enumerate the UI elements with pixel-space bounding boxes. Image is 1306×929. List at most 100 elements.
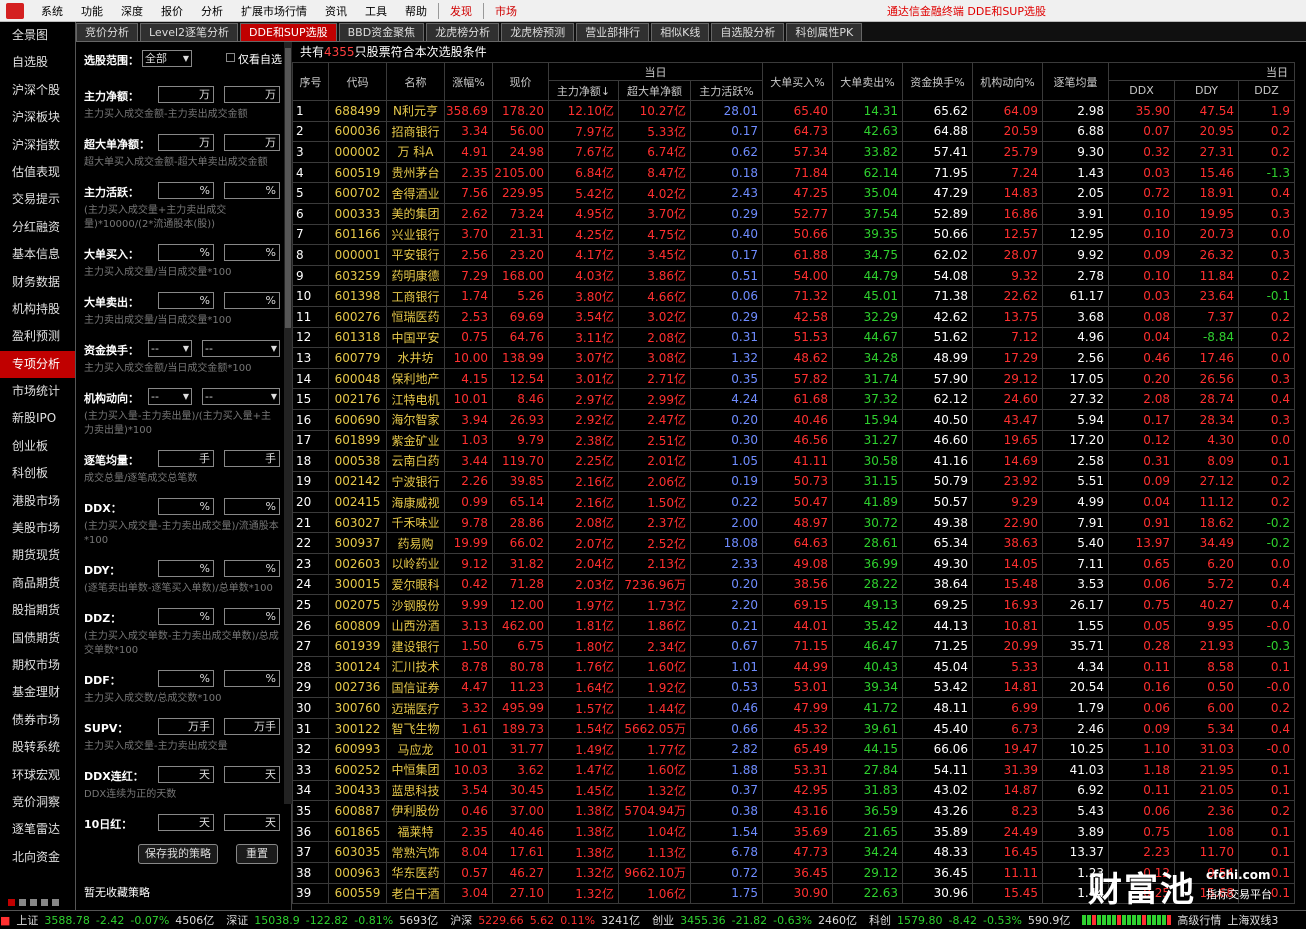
- table-row[interactable]: 37 603035 常熟汽饰 8.04 17.61 1.38亿 1.13亿 6.78 47.73…: [292, 841, 1295, 863]
- menu-news[interactable]: 资讯: [316, 3, 356, 19]
- filter-input[interactable]: 天: [158, 814, 214, 831]
- menu-system[interactable]: 系统: [32, 3, 72, 19]
- column-header[interactable]: DDX: [1108, 80, 1175, 101]
- filter-input[interactable]: 万: [224, 86, 280, 103]
- nav-item[interactable]: 债券市场: [0, 707, 75, 734]
- scrollbar-thumb[interactable]: [285, 48, 291, 328]
- table-row[interactable]: 28 300124 汇川技术 8.78 80.78 1.76亿 1.60亿 1.01 44.99…: [292, 656, 1295, 678]
- column-header[interactable]: 名称: [386, 62, 445, 101]
- column-header[interactable]: 现价: [492, 62, 549, 101]
- table-row[interactable]: 3 000002 万 科A 4.91 24.98 7.67亿 6.74亿 0.62 57.34 3…: [292, 141, 1295, 163]
- menu-depth[interactable]: 深度: [112, 3, 152, 19]
- nav-item[interactable]: 股转系统: [0, 734, 75, 761]
- table-row[interactable]: 20 002415 海康威视 0.99 65.14 2.16亿 1.50亿 0.22 50.47…: [292, 491, 1295, 513]
- save-strategy-button[interactable]: 保存我的策略: [138, 844, 218, 864]
- filter-input[interactable]: %: [224, 498, 280, 515]
- scope-select[interactable]: 全部 ▼: [142, 50, 192, 67]
- filter-input[interactable]: %: [158, 608, 214, 625]
- tab-item[interactable]: Level2逐笔分析: [140, 23, 239, 41]
- nav-item[interactable]: 股指期货: [0, 597, 75, 624]
- column-header[interactable]: 主力净额↓: [548, 80, 619, 101]
- column-header[interactable]: DDZ: [1238, 80, 1295, 101]
- table-row[interactable]: 33 600252 中恒集团 10.03 3.62 1.47亿 1.60亿 1.88 53.31…: [292, 759, 1295, 781]
- table-row[interactable]: 18 000538 云南白药 3.44 119.70 2.25亿 2.01亿 1.05 41.1…: [292, 450, 1295, 472]
- menu-function[interactable]: 功能: [72, 3, 112, 19]
- filter-input[interactable]: %: [224, 244, 280, 261]
- column-header[interactable]: 主力活跃%: [690, 80, 763, 101]
- tab-item[interactable]: 科创属性PK: [786, 23, 863, 41]
- index-sh[interactable]: 上证 3588.78 -2.42 -0.07% 4506亿: [16, 912, 220, 928]
- index-sz[interactable]: 深证 15038.9 -122.82 -0.81% 5693亿: [226, 912, 444, 928]
- column-header[interactable]: 大单买入%: [762, 62, 833, 101]
- table-row[interactable]: 7 601166 兴业银行 3.70 21.31 4.25亿 4.75亿 0.40 50.66 3…: [292, 223, 1295, 246]
- nav-item[interactable]: 财务数据: [0, 269, 75, 296]
- filter-scrollbar[interactable]: [284, 42, 292, 804]
- table-row[interactable]: 22 300937 药易购 19.99 66.02 2.07亿 2.52亿 18.08 64.6…: [292, 532, 1295, 555]
- tab-item[interactable]: 竞价分析: [76, 23, 138, 41]
- table-row[interactable]: 19 002142 宁波银行 2.26 39.85 2.16亿 2.06亿 0.19 50.73…: [292, 470, 1295, 493]
- filter-input[interactable]: 天: [224, 766, 280, 783]
- nav-item[interactable]: 北向资金: [0, 844, 75, 871]
- filter-input[interactable]: %: [224, 670, 280, 687]
- table-row[interactable]: 32 600993 马应龙 10.01 31.77 1.49亿 1.77亿 2.82 65.49…: [292, 738, 1295, 760]
- reset-button[interactable]: 重置: [236, 844, 278, 864]
- nav-item[interactable]: 沪深板块: [0, 104, 75, 131]
- filter-input[interactable]: %: [158, 182, 214, 199]
- nav-dot[interactable]: [41, 899, 48, 906]
- nav-item[interactable]: 科创板: [0, 460, 75, 487]
- table-row[interactable]: 21 603027 千禾味业 9.78 28.86 2.08亿 2.37亿 2.00 48.97…: [292, 511, 1295, 534]
- filter-select[interactable]: -- ▼: [202, 388, 280, 405]
- filter-input[interactable]: %: [224, 560, 280, 577]
- nav-item[interactable]: 港股市场: [0, 488, 75, 515]
- filter-input[interactable]: %: [224, 608, 280, 625]
- nav-item[interactable]: 交易提示: [0, 186, 75, 213]
- filter-input[interactable]: %: [158, 670, 214, 687]
- menu-extended-market[interactable]: 扩展市场行情: [232, 3, 316, 19]
- nav-item[interactable]: 估值表现: [0, 159, 75, 186]
- tab-item[interactable]: DDE和SUP选股: [240, 23, 337, 41]
- server-label[interactable]: 上海双线3: [1227, 912, 1278, 928]
- filter-input[interactable]: %: [224, 292, 280, 309]
- table-row[interactable]: 13 600779 水井坊 10.00 138.99 3.07亿 3.08亿 1.32 48.6…: [292, 347, 1295, 369]
- nav-item[interactable]: 竞价洞察: [0, 789, 75, 816]
- nav-item[interactable]: 逐笔雷达: [0, 816, 75, 843]
- table-row[interactable]: 15 002176 江特电机 10.01 8.46 2.97亿 2.99亿 4.24 61.68…: [292, 388, 1295, 410]
- table-row[interactable]: 35 600887 伊利股份 0.46 37.00 1.38亿 5704.94万 0.38 43…: [292, 800, 1295, 822]
- table-row[interactable]: 39 600559 老白干酒 3.04 27.10 1.32亿 1.06亿 1.75 30.90…: [292, 882, 1295, 905]
- table-row[interactable]: 36 601865 福莱特 2.35 40.46 1.38亿 1.04亿 1.54 35.69 2…: [292, 820, 1295, 843]
- filter-input[interactable]: %: [158, 498, 214, 515]
- nav-page-dots[interactable]: [8, 899, 59, 906]
- column-header[interactable]: 超大单净额: [618, 80, 691, 101]
- menu-market[interactable]: 市场: [486, 3, 526, 19]
- tab-item[interactable]: 营业部排行: [576, 23, 650, 41]
- table-row[interactable]: 1 688499 N利元亨 358.69 178.20 12.10亿 10.27亿 28.01…: [292, 100, 1295, 122]
- table-row[interactable]: 2 600036 招商银行 3.34 56.00 7.97亿 5.33亿 0.17 64.73 4…: [292, 120, 1295, 143]
- column-header[interactable]: 逐笔均量: [1042, 62, 1109, 101]
- nav-dot[interactable]: [52, 899, 59, 906]
- column-header[interactable]: 代码: [328, 62, 387, 101]
- nav-dot[interactable]: [30, 899, 37, 906]
- filter-input[interactable]: 天: [224, 814, 280, 831]
- filter-select[interactable]: -- ▼: [148, 340, 192, 357]
- filter-input[interactable]: 万: [158, 134, 214, 151]
- index-hs[interactable]: 沪深 5229.66 5.62 0.11% 3241亿: [450, 912, 646, 928]
- filter-input[interactable]: 万手: [158, 718, 214, 735]
- filter-select[interactable]: -- ▼: [202, 340, 280, 357]
- table-row[interactable]: 29 002736 国信证券 4.47 11.23 1.64亿 1.92亿 0.53 53.01…: [292, 676, 1295, 699]
- table-row[interactable]: 24 300015 爱尔眼科 0.42 71.28 2.03亿 7236.96万 0.20 38…: [292, 573, 1295, 596]
- filter-input[interactable]: 手: [224, 450, 280, 467]
- filter-select[interactable]: -- ▼: [148, 388, 192, 405]
- table-row[interactable]: 25 002075 沙钢股份 9.99 12.00 1.97亿 1.73亿 2.20 69.15…: [292, 594, 1295, 616]
- menu-quote[interactable]: 报价: [152, 3, 192, 19]
- nav-item[interactable]: 沪深个股: [0, 77, 75, 104]
- filter-input[interactable]: 手: [158, 450, 214, 467]
- nav-item[interactable]: 基本信息: [0, 241, 75, 268]
- nav-item[interactable]: 沪深指数: [0, 132, 75, 159]
- menu-help[interactable]: 帮助: [396, 3, 436, 19]
- column-header[interactable]: 资金换手%: [902, 62, 973, 101]
- table-row[interactable]: 12 601318 中国平安 0.75 64.76 3.11亿 2.08亿 0.31 51.53…: [292, 326, 1295, 349]
- nav-item[interactable]: 全景图: [0, 22, 75, 49]
- filter-input[interactable]: 万手: [224, 718, 280, 735]
- tab-item[interactable]: 龙虎榜分析: [426, 23, 500, 41]
- nav-item[interactable]: 机构持股: [0, 296, 75, 323]
